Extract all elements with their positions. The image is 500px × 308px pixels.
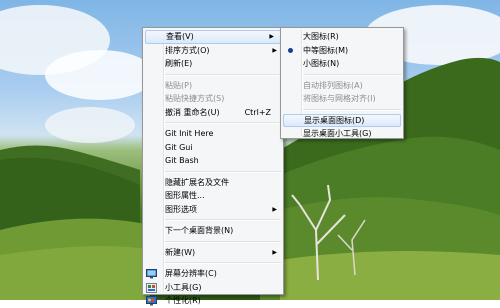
menu-item-label: 小图标(N) [303, 59, 340, 68]
submenu-arrow-icon: ▶ [272, 248, 277, 256]
menu-item-label: Git Init Here [165, 129, 214, 138]
menu-item-graphics-options[interactable]: 图形选项 ▶ [143, 203, 283, 217]
menu-separator [303, 73, 401, 76]
gadgets-icon [146, 282, 157, 293]
personalize-icon [146, 296, 157, 306]
submenu-item-show-desktop-gadgets[interactable]: 显示桌面小工具(G) [281, 127, 403, 141]
menu-item-label: Git Bash [165, 156, 199, 165]
menu-separator [165, 240, 281, 243]
desktop-context-menu: 查看(V) ▶ 排序方式(O) ▶ 刷新(E) 粘贴(P) 粘贴快捷方式(S) … [142, 27, 284, 306]
menu-item-label: 图形属性... [165, 191, 205, 200]
submenu-arrow-icon: ▶ [272, 205, 277, 213]
menu-separator [165, 262, 281, 264]
menu-item-label: 粘贴快捷方式(S) [165, 94, 225, 103]
menu-item-label: 查看(V) [166, 32, 194, 41]
menu-item-paste[interactable]: 粘贴(P) [143, 79, 283, 93]
menu-item-label: 粘贴(P) [165, 80, 193, 90]
submenu-item-medium-icons[interactable]: 中等图标(M) [281, 44, 403, 58]
menu-item-label: 撤消 重命名(U) [165, 107, 220, 117]
menu-separator [303, 108, 401, 111]
menu-item-git-init[interactable]: Git Init Here [143, 127, 283, 141]
menu-item-label: 将图标与网格对齐(I) [303, 94, 376, 103]
menu-item-label: 自动排列图标(A) [303, 80, 363, 90]
submenu-item-align-to-grid[interactable]: 将图标与网格对齐(I) [281, 92, 403, 106]
menu-item-label: 屏幕分辨率(C) [165, 269, 217, 278]
menu-item-label: 下一个桌面背景(N) [165, 226, 234, 235]
menu-item-sort-by[interactable]: 排序方式(O) ▶ [143, 44, 283, 58]
menu-item-label: 大图标(R) [303, 32, 339, 41]
menu-item-refresh[interactable]: 刷新(E) [143, 57, 283, 71]
menu-item-label: Git Gui [165, 142, 193, 152]
submenu-item-large-icons[interactable]: 大图标(R) [281, 30, 403, 44]
menu-item-label: 图形选项 [165, 204, 197, 214]
menu-item-label: 个性化(R) [165, 296, 201, 305]
menu-item-git-gui[interactable]: Git Gui [143, 141, 283, 155]
submenu-arrow-icon: ▶ [272, 46, 277, 54]
menu-item-gadgets[interactable]: 小工具(G) [143, 281, 283, 295]
menu-item-screen-resolution[interactable]: 屏幕分辨率(C) [143, 267, 283, 281]
shortcut-label: Ctrl+Z [244, 107, 271, 117]
menu-item-view[interactable]: 查看(V) ▶ [145, 30, 281, 44]
menu-item-personalize[interactable]: 个性化(R) [143, 294, 283, 308]
view-submenu: 大图标(R) 中等图标(M) 小图标(N) 自动排列图标(A) 将图标与网格对齐… [280, 27, 404, 139]
menu-item-hide-extensions[interactable]: 隐藏扩展名及文件 [143, 176, 283, 190]
menu-separator [165, 122, 281, 124]
menu-item-label: 显示桌面图标(D) [304, 115, 365, 125]
menu-item-label: 中等图标(M) [303, 45, 349, 55]
menu-item-label: 排序方式(O) [165, 45, 210, 55]
menu-item-new[interactable]: 新建(W) ▶ [143, 246, 283, 260]
menu-item-label: 刷新(E) [165, 59, 193, 68]
menu-separator [165, 73, 281, 76]
menu-item-label: 显示桌面小工具(G) [303, 129, 372, 138]
menu-item-undo-rename[interactable]: 撤消 重命名(U) Ctrl+Z [143, 106, 283, 120]
screen-resolution-icon [146, 269, 157, 279]
menu-item-paste-shortcut[interactable]: 粘贴快捷方式(S) [143, 92, 283, 106]
menu-item-next-background[interactable]: 下一个桌面背景(N) [143, 224, 283, 238]
menu-item-label: 小工具(G) [165, 282, 202, 292]
submenu-item-auto-arrange[interactable]: 自动排列图标(A) [281, 79, 403, 93]
menu-item-label: 新建(W) [165, 247, 196, 257]
submenu-item-small-icons[interactable]: 小图标(N) [281, 57, 403, 71]
radio-selected-icon [288, 47, 293, 53]
menu-item-git-bash[interactable]: Git Bash [143, 154, 283, 168]
submenu-item-show-desktop-icons[interactable]: 显示桌面图标(D) [283, 113, 401, 127]
menu-separator [165, 219, 281, 221]
menu-item-label: 隐藏扩展名及文件 [165, 177, 229, 187]
menu-separator [165, 170, 281, 173]
menu-item-graphics-properties[interactable]: 图形属性... [143, 189, 283, 203]
submenu-arrow-icon: ▶ [269, 33, 274, 40]
